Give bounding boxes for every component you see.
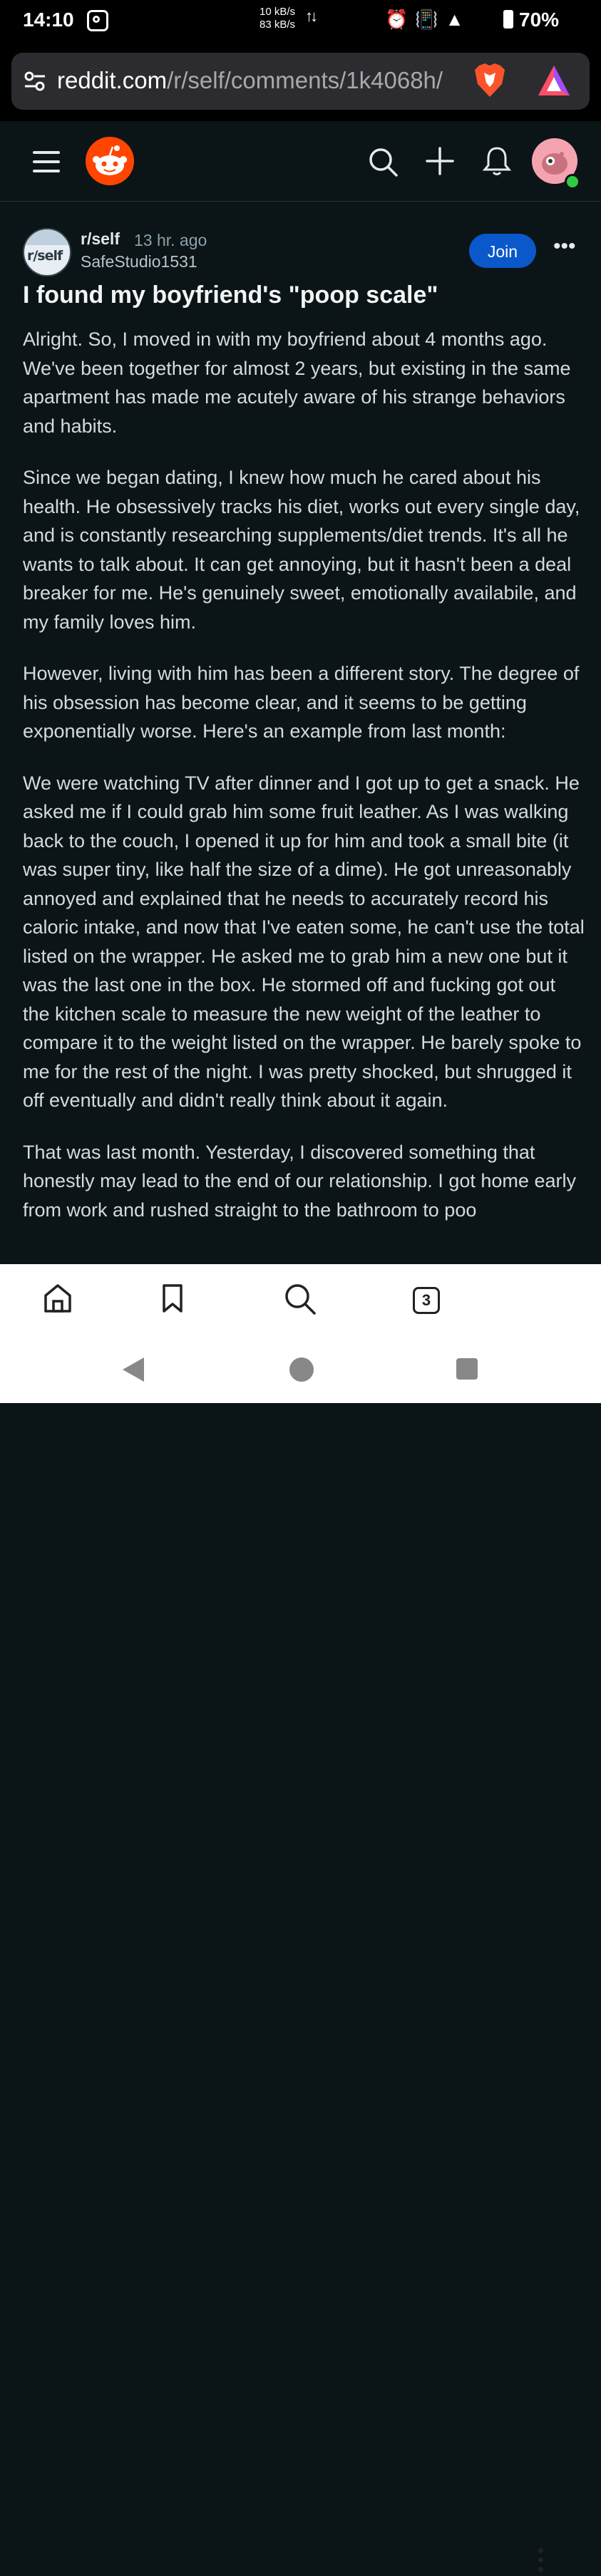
join-button[interactable]: Join — [469, 234, 536, 268]
alarm-icon: ⏰ — [385, 9, 416, 30]
status-icons: ⏰📳▲ — [385, 9, 471, 31]
app-header — [0, 121, 601, 202]
search-icon[interactable] — [284, 1283, 317, 1315]
post-title: I found my boyfriend's "poop scale" — [23, 281, 438, 309]
url-domain: reddit.com — [57, 67, 168, 93]
post-author[interactable]: SafeStudio1531 — [81, 252, 197, 271]
post-paragraph: Alright. So, I moved in with my boyfrien… — [23, 329, 571, 437]
menu-icon[interactable] — [33, 151, 60, 172]
system-navigation-bar — [0, 1339, 601, 1403]
more-options-icon[interactable]: ••• — [553, 236, 577, 261]
wifi-signal-icon: ▲ — [445, 9, 471, 30]
back-icon[interactable] — [123, 1357, 144, 1382]
brave-rewards-icon[interactable] — [537, 64, 571, 97]
post-paragraph: That was last month. Yesterday, I discov… — [23, 1141, 576, 1221]
url-path: /r/self/comments/1k4068h/ — [167, 67, 443, 93]
post-time: 13 hr. ago — [134, 231, 207, 249]
subreddit-avatar-text: r/self — [27, 248, 63, 264]
url-bar[interactable]: reddit.com/r/self/comments/1k4068h/ — [11, 53, 590, 110]
battery-icon — [503, 10, 513, 29]
search-icon[interactable] — [368, 147, 398, 177]
url-text[interactable]: reddit.com/r/self/comments/1k4068h/ — [57, 67, 443, 94]
speed-up: 10 kB/s — [260, 6, 296, 18]
subreddit-avatar[interactable]: r/self — [23, 228, 71, 276]
speed-down: 83 kB/s — [260, 19, 296, 31]
more-menu-icon[interactable] — [538, 2548, 547, 2576]
tabs-icon[interactable]: 3 — [413, 1287, 440, 1314]
subreddit-name[interactable]: r/self — [81, 229, 120, 249]
home-icon[interactable] — [43, 1283, 73, 1314]
post-paragraph: However, living with him has been a diff… — [23, 663, 580, 742]
post-paragraph: Since we began dating, I knew how much h… — [23, 467, 580, 633]
status-bar: 14:10 10 kB/s 83 kB/s ↑↓ ⏰📳▲ 70% — [0, 0, 601, 44]
online-status-dot — [565, 174, 580, 190]
browser-toolbar: reddit.com/r/self/comments/1k4068h/ — [0, 44, 601, 121]
create-post-icon[interactable] — [426, 147, 454, 175]
recent-apps-icon[interactable] — [456, 1358, 478, 1380]
post-paragraph: We were watching TV after dinner and I g… — [23, 772, 585, 1112]
site-settings-icon[interactable] — [24, 71, 46, 91]
home-button-icon[interactable] — [289, 1357, 314, 1382]
browser-bottom-nav — [0, 1264, 601, 2572]
brave-shields-icon[interactable] — [473, 63, 506, 98]
instagram-notification-icon — [87, 10, 108, 31]
battery-percent: 70% — [519, 9, 560, 31]
reddit-logo[interactable] — [86, 137, 134, 185]
data-transfer-icon: ↑↓ — [305, 7, 318, 25]
bookmark-icon[interactable] — [161, 1283, 184, 1314]
post-body: Alright. So, I moved in with my boyfrien… — [23, 325, 586, 1264]
notifications-bell-icon[interactable] — [482, 145, 512, 177]
network-speed: 10 kB/s 83 kB/s — [260, 6, 295, 31]
vibrate-icon: 📳 — [415, 9, 446, 30]
status-time: 14:10 — [23, 9, 74, 31]
